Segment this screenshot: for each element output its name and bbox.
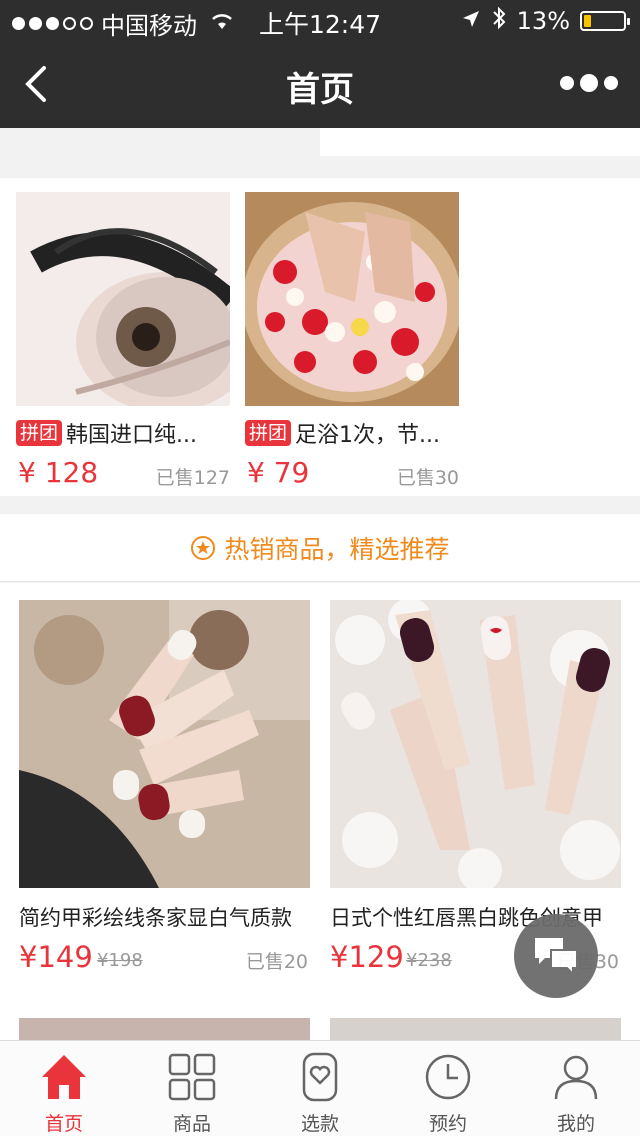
group-tag-badge: 拼团 <box>16 420 63 446</box>
tab-label: 首页 <box>44 1113 83 1135</box>
star-circle-icon <box>191 535 216 560</box>
tab-label: 我的 <box>556 1113 595 1135</box>
tab-select-style[interactable]: 选款 <box>256 1041 384 1136</box>
battery-icon <box>580 11 630 31</box>
group-deal-sold: 已售30 <box>396 467 459 489</box>
home-icon <box>42 1055 86 1099</box>
more-icon[interactable] <box>560 74 618 92</box>
hot-section-title: 热销商品，精选推荐 <box>224 534 450 564</box>
tab-label: 商品 <box>172 1113 211 1135</box>
group-buy-section: 拼团 韩国进口纯... ¥ 128 已售127 拼团 足浴1次，节... ¥ 7… <box>0 178 640 496</box>
chat-bubbles-icon <box>535 938 578 977</box>
group-deal-card[interactable]: 拼团 足浴1次，节... ¥ 79 已售30 <box>245 192 459 490</box>
tab-bar: 首页 商品 选款 预约 我的 <box>0 1040 640 1136</box>
battery-percent: 13% <box>516 7 570 35</box>
group-deal-sold: 已售127 <box>155 467 230 489</box>
product-title: 简约甲彩绘线条家显白气质款 <box>19 906 292 930</box>
next-product-row <box>0 1000 640 1040</box>
product-original-price: ¥198 <box>97 950 143 971</box>
group-deal-price: ¥ 79 <box>247 456 310 489</box>
product-card[interactable]: 简约甲彩绘线条家显白气质款 ¥149 ¥198 已售20 <box>19 600 310 980</box>
product-price: ¥129 <box>330 940 404 974</box>
chat-button[interactable] <box>514 914 598 998</box>
clock-icon <box>425 1054 471 1100</box>
hot-section-header: 热销商品，精选推荐 <box>0 514 640 582</box>
product-price: ¥149 <box>19 940 93 974</box>
tab-mine[interactable]: 我的 <box>512 1041 640 1136</box>
status-bar: 中国移动 上午12:47 13% <box>0 0 640 40</box>
group-deal-title: 韩国进口纯... <box>66 423 197 448</box>
tab-label: 预约 <box>428 1113 467 1135</box>
grid-icon <box>168 1053 216 1101</box>
scrolled-tab-box <box>320 128 640 156</box>
product-sold: 已售20 <box>245 951 308 973</box>
user-icon <box>554 1055 598 1100</box>
group-deal-title: 足浴1次，节... <box>295 423 440 448</box>
tab-products[interactable]: 商品 <box>128 1041 256 1136</box>
nail-art-photo <box>330 600 621 888</box>
eyebrow-photo[interactable] <box>330 1018 621 1040</box>
nail-art-photo <box>19 600 310 888</box>
group-deal-price: ¥ 128 <box>18 456 99 489</box>
tab-appointment[interactable]: 预约 <box>384 1041 512 1136</box>
nav-bar: 首页 <box>0 40 640 128</box>
heart-tag-icon <box>302 1052 338 1102</box>
page-title: 首页 <box>286 70 354 110</box>
tab-label: 选款 <box>300 1113 339 1135</box>
group-tag-badge: 拼团 <box>245 420 292 446</box>
group-deal-card[interactable]: 拼团 韩国进口纯... ¥ 128 已售127 <box>16 192 230 490</box>
eyelash-photo <box>16 192 230 406</box>
location-icon <box>461 7 481 35</box>
foot-bath-photo <box>245 192 459 406</box>
nail-art-photo[interactable] <box>19 1018 310 1040</box>
status-right: 13% <box>461 6 630 36</box>
product-original-price: ¥238 <box>406 950 452 971</box>
bluetooth-icon <box>491 6 507 36</box>
scrolled-tab-strip <box>0 128 640 178</box>
tab-home[interactable]: 首页 <box>0 1041 128 1136</box>
